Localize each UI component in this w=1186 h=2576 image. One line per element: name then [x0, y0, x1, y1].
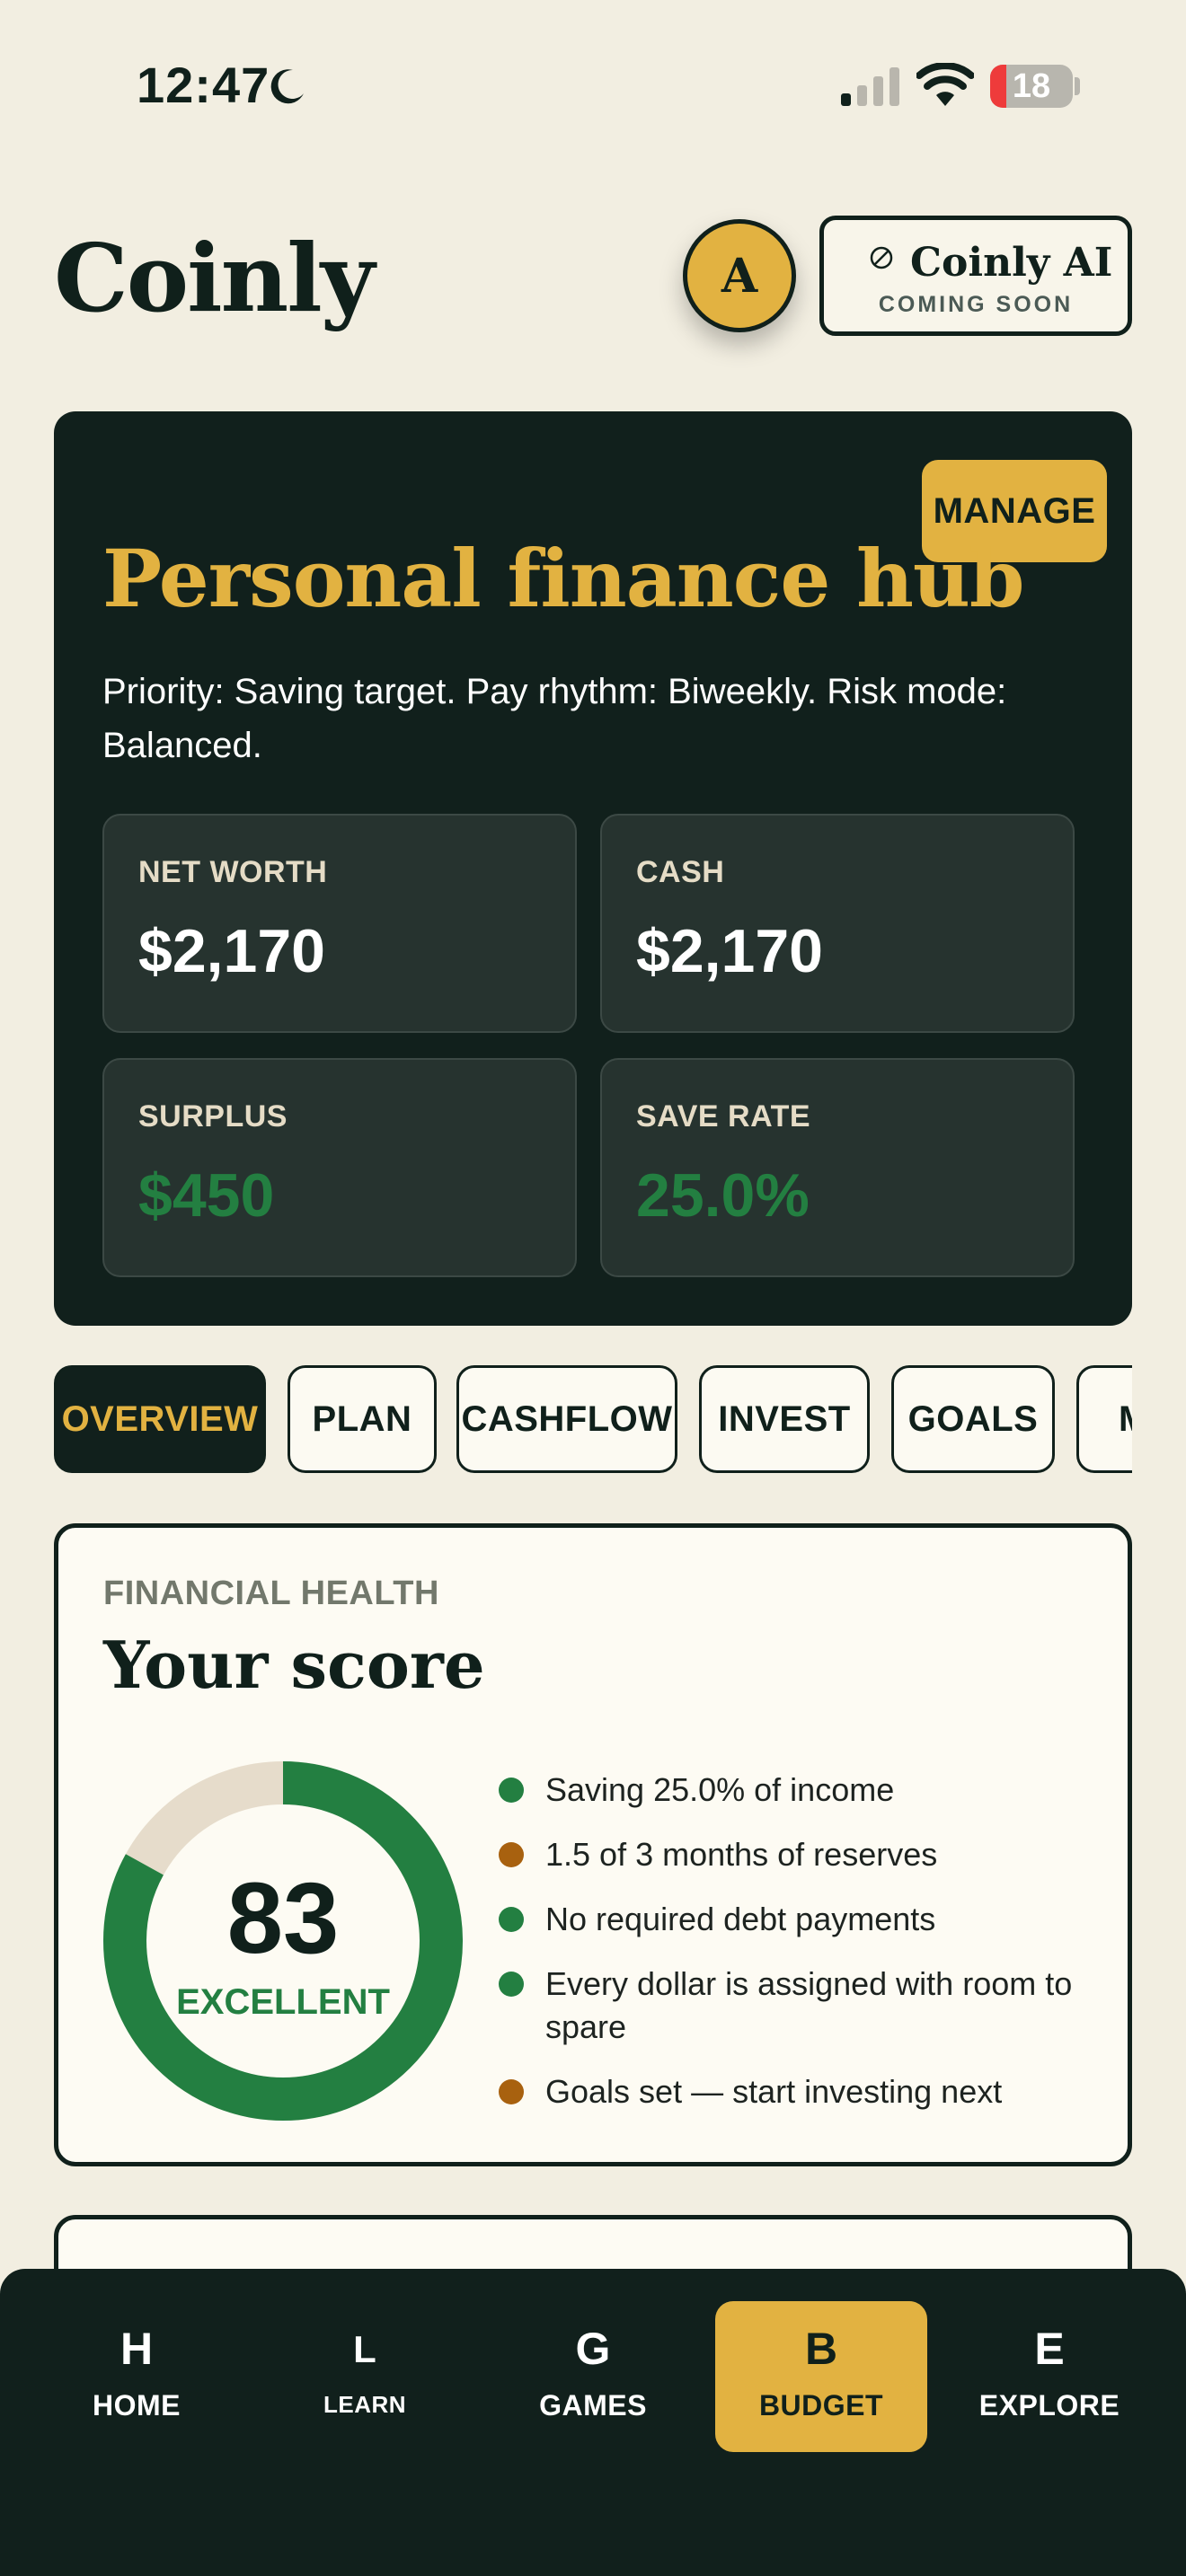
tab-overview[interactable]: OVERVIEW — [54, 1365, 266, 1473]
hub-title: Personal finance hub — [102, 532, 1024, 625]
status-dot — [499, 1842, 524, 1867]
bottom-nav: H HOME L LEARN G GAMES B BUDGET E EXPLOR… — [0, 2269, 1186, 2576]
cellular-signal-icon — [841, 67, 899, 106]
coming-soon-label: COMING SOON — [878, 292, 1074, 317]
metric-value: 25.0% — [636, 1161, 810, 1230]
nav-label: HOME — [93, 2389, 181, 2422]
factor-text: Saving 25.0% of income — [545, 1771, 895, 1808]
nav-budget[interactable]: B BUDGET — [715, 2301, 927, 2452]
battery-level: 18 — [1012, 67, 1051, 105]
nav-games[interactable]: G GAMES — [487, 2301, 699, 2452]
metric-cash: CASH $2,170 — [600, 814, 1075, 1033]
score-rating: EXCELLENT — [176, 1982, 390, 2022]
status-dot — [499, 1907, 524, 1932]
nav-label: LEARN — [323, 2391, 407, 2418]
score-factor: Every dollar is assigned with room to sp… — [499, 1963, 1092, 2049]
score-factor: Goals set — start investing next — [499, 2070, 1092, 2113]
section-tabs: OVERVIEW PLAN CASHFLOW INVEST GOALS M — [54, 1365, 1132, 1473]
metric-save-rate: SAVE RATE 25.0% — [600, 1058, 1075, 1277]
metric-net-worth: NET WORTH $2,170 — [102, 814, 577, 1033]
games-icon: G — [575, 2324, 611, 2374]
factor-text: Every dollar is assigned with room to sp… — [545, 1965, 1073, 2045]
tab-plan[interactable]: PLAN — [288, 1365, 437, 1473]
metric-label: SURPLUS — [138, 1099, 288, 1134]
status-dot — [499, 1778, 524, 1803]
coinly-ai-title: Coinly AI — [910, 240, 1113, 286]
status-time: 12:47 — [137, 57, 270, 113]
score-number: 83 — [226, 1862, 340, 1974]
budget-icon: B — [804, 2324, 838, 2374]
brand-logo: Coinly — [54, 223, 375, 333]
metric-surplus: SURPLUS $450 — [102, 1058, 577, 1277]
factor-text: No required debt payments — [545, 1901, 936, 1937]
score-factor: 1.5 of 3 months of reserves — [499, 1833, 1092, 1876]
metric-value: $2,170 — [636, 917, 823, 985]
tab-cashflow[interactable]: CASHFLOW — [456, 1365, 677, 1473]
battery-icon: 18 — [990, 65, 1073, 108]
tab-more[interactable]: M — [1076, 1365, 1132, 1473]
hub-description: Priority: Saving target. Pay rhythm: Biw… — [102, 672, 1007, 765]
metric-label: NET WORTH — [138, 855, 328, 889]
finance-hub-card: MANAGE Personal finance hub Priority: Sa… — [54, 411, 1132, 1326]
learn-icon: L — [353, 2328, 376, 2370]
explore-icon: E — [1034, 2324, 1065, 2374]
score-eyebrow: FINANCIAL HEALTH — [103, 1575, 439, 1612]
battery-cap — [1075, 77, 1080, 95]
metric-value: $2,170 — [138, 917, 325, 985]
score-title: Your score — [103, 1627, 485, 1703]
status-bar: 12:47 18 — [0, 0, 1186, 171]
coinly-ai-button[interactable]: Coinly AI COMING SOON — [819, 216, 1132, 336]
tab-goals[interactable]: GOALS — [891, 1365, 1055, 1473]
tab-invest[interactable]: INVEST — [699, 1365, 870, 1473]
wifi-icon — [916, 63, 974, 106]
metric-value: $450 — [138, 1161, 275, 1230]
score-factor: No required debt payments — [499, 1898, 1092, 1941]
home-icon: H — [119, 2324, 154, 2374]
status-dot — [499, 2079, 524, 2104]
financial-health-card: FINANCIAL HEALTH Your score 83 EXCELLENT… — [54, 1523, 1132, 2166]
metric-label: CASH — [636, 855, 725, 889]
metric-label: SAVE RATE — [636, 1099, 811, 1134]
nav-explore[interactable]: E EXPLORE — [943, 2301, 1155, 2452]
disabled-icon — [870, 246, 893, 269]
nav-home[interactable]: H HOME — [31, 2301, 243, 2452]
factor-text: 1.5 of 3 months of reserves — [545, 1836, 938, 1873]
nav-label: EXPLORE — [978, 2389, 1120, 2422]
score-factor: Saving 25.0% of income — [499, 1769, 1092, 1812]
nav-label: BUDGET — [758, 2389, 884, 2422]
avatar[interactable]: A — [683, 219, 796, 332]
nav-learn[interactable]: L LEARN — [259, 2301, 471, 2452]
moon-icon — [270, 69, 304, 104]
nav-label: GAMES — [539, 2389, 647, 2422]
status-dot — [499, 1972, 524, 1997]
factor-text: Goals set — start investing next — [545, 2073, 1003, 2110]
